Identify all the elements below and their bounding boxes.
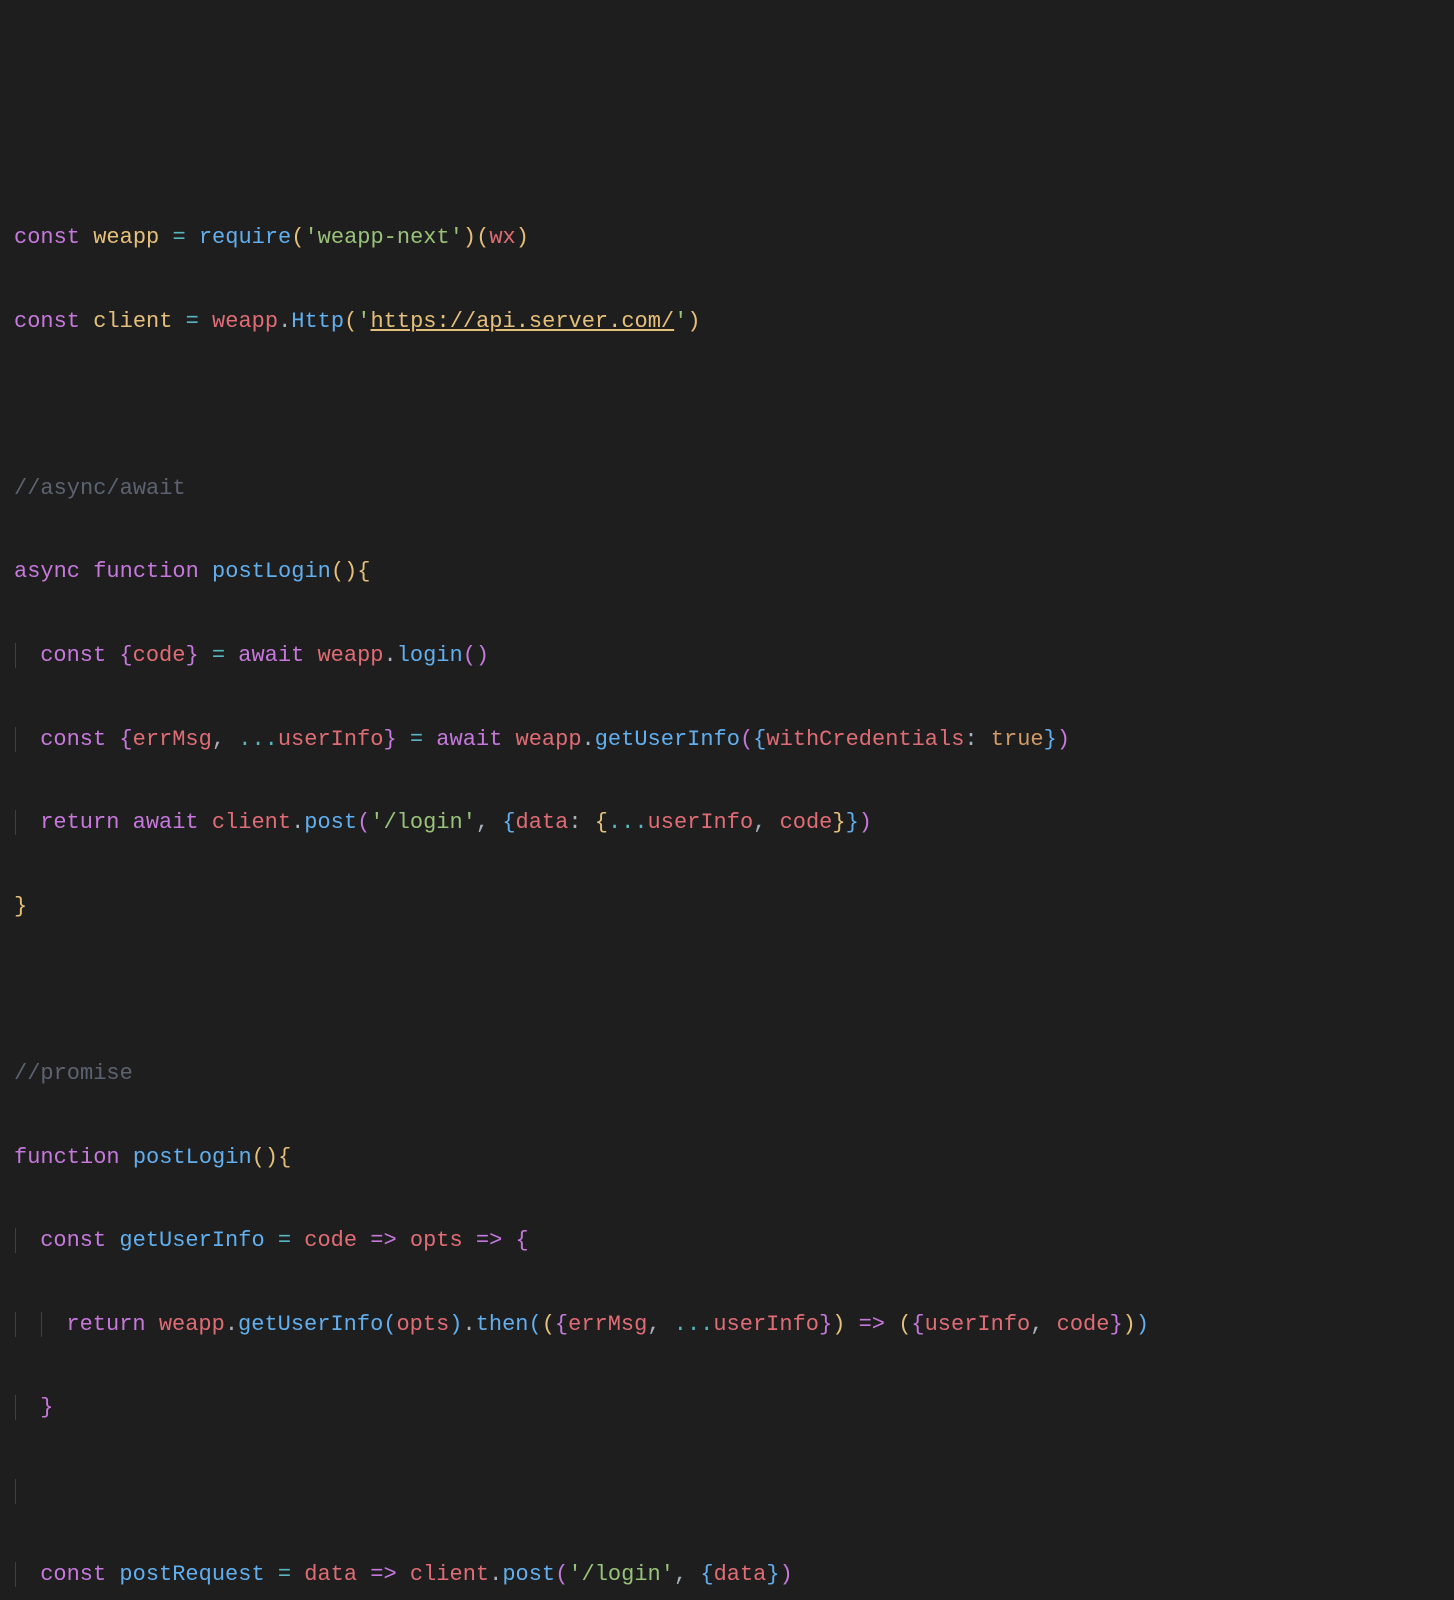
code-line: return weapp.getUserInfo(opts).then(({er… bbox=[14, 1304, 1440, 1346]
string-module: 'weapp-next' bbox=[304, 225, 462, 250]
keyword-const: const bbox=[40, 1228, 106, 1253]
param-data: data bbox=[304, 1562, 357, 1587]
comment: //promise bbox=[14, 1061, 133, 1086]
code-line: async function postLogin(){ bbox=[14, 551, 1440, 593]
blank-line bbox=[14, 384, 1440, 426]
code-line: return await client.post('/login', {data… bbox=[14, 802, 1440, 844]
var-code: code bbox=[133, 643, 186, 668]
prop-data: data bbox=[516, 810, 569, 835]
fn-name: postLogin bbox=[212, 559, 331, 584]
code-line: const weapp = require('weapp-next')(wx) bbox=[14, 217, 1440, 259]
keyword-function: function bbox=[14, 1145, 120, 1170]
keyword-const: const bbox=[14, 309, 80, 334]
fn-require: require bbox=[199, 225, 291, 250]
var-weapp: weapp bbox=[93, 225, 159, 250]
fn-getuserinfo: getUserInfo bbox=[595, 727, 740, 752]
keyword-async: async bbox=[14, 559, 80, 584]
var-postrequest: postRequest bbox=[119, 1562, 264, 1587]
code-line: const {code} = await weapp.login() bbox=[14, 635, 1440, 677]
var-errmsg: errMsg bbox=[133, 727, 212, 752]
var-userinfo: userInfo bbox=[278, 727, 384, 752]
keyword-const: const bbox=[40, 643, 106, 668]
id-weapp: weapp bbox=[212, 309, 278, 334]
url-link[interactable]: https://api.server.com/ bbox=[370, 309, 674, 334]
string-path: '/login' bbox=[370, 810, 476, 835]
code-line: //promise bbox=[14, 1053, 1440, 1095]
code-line: function postLogin(){ bbox=[14, 1137, 1440, 1179]
comment: //async/await bbox=[14, 476, 186, 501]
keyword-function: function bbox=[93, 559, 199, 584]
op-spread: ... bbox=[238, 727, 278, 752]
blank-line bbox=[14, 1471, 1440, 1513]
code-line: //async/await bbox=[14, 468, 1440, 510]
keyword-const: const bbox=[40, 1562, 106, 1587]
fn-http: Http bbox=[291, 309, 344, 334]
var-getuserinfo: getUserInfo bbox=[119, 1228, 264, 1253]
code-line: } bbox=[14, 886, 1440, 928]
code-line: const getUserInfo = code => opts => { bbox=[14, 1220, 1440, 1262]
param-opts: opts bbox=[410, 1228, 463, 1253]
keyword-return: return bbox=[40, 810, 119, 835]
op-eq: = bbox=[186, 309, 199, 334]
op-arrow: => bbox=[370, 1228, 396, 1253]
var-client: client bbox=[93, 309, 172, 334]
keyword-await: await bbox=[436, 727, 502, 752]
fn-post: post bbox=[304, 810, 357, 835]
blank-line bbox=[14, 969, 1440, 1011]
keyword-return: return bbox=[66, 1312, 145, 1337]
prop-withcredentials: withCredentials bbox=[766, 727, 964, 752]
code-line: } bbox=[14, 1387, 1440, 1429]
code-editor[interactable]: const weapp = require('weapp-next')(wx) … bbox=[14, 175, 1440, 1600]
keyword-const: const bbox=[14, 225, 80, 250]
fn-name: postLogin bbox=[133, 1145, 252, 1170]
param-code: code bbox=[304, 1228, 357, 1253]
keyword-await: await bbox=[238, 643, 304, 668]
fn-then: then bbox=[476, 1312, 529, 1337]
op-eq: = bbox=[172, 225, 185, 250]
op-eq: = bbox=[212, 643, 225, 668]
id-weapp: weapp bbox=[317, 643, 383, 668]
keyword-const: const bbox=[40, 727, 106, 752]
code-line: const {errMsg, ...userInfo} = await weap… bbox=[14, 719, 1440, 761]
bool-true: true bbox=[991, 727, 1044, 752]
code-line: const postRequest = data => client.post(… bbox=[14, 1554, 1440, 1596]
var-wx: wx bbox=[489, 225, 515, 250]
fn-login: login bbox=[397, 643, 463, 668]
code-line: const client = weapp.Http('https://api.s… bbox=[14, 301, 1440, 343]
keyword-await: await bbox=[133, 810, 199, 835]
